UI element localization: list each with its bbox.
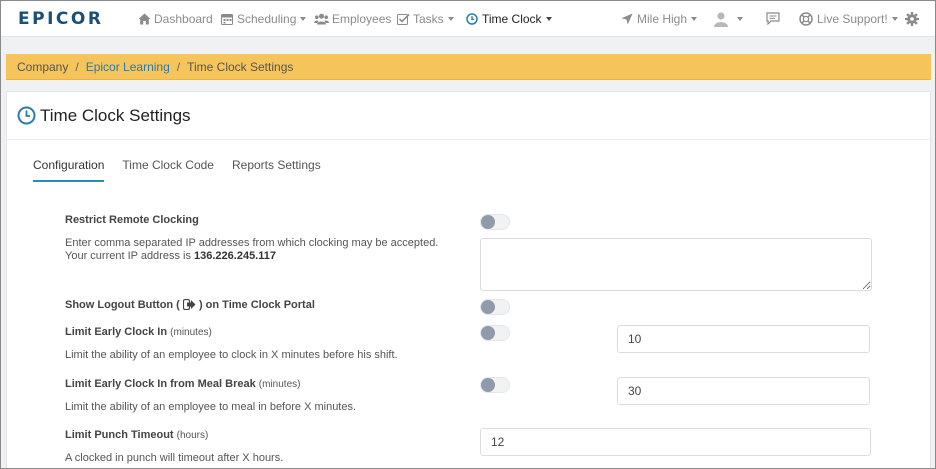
restrict-remote-description: Enter comma separated IP addresses from … xyxy=(65,237,439,262)
nav-messages[interactable] xyxy=(766,1,783,36)
early-meal-minutes-input[interactable] xyxy=(617,377,870,405)
current-ip-address: 136.226.245.117 xyxy=(194,250,276,262)
nav-live-support[interactable]: Live Support! xyxy=(798,1,898,36)
tab-reports-settings[interactable]: Reports Settings xyxy=(232,158,321,182)
nav-dashboard[interactable]: Dashboard xyxy=(137,1,213,36)
page-title: Time Clock Settings xyxy=(40,105,191,125)
early-meal-toggle[interactable] xyxy=(480,377,510,393)
punch-timeout-hours-input[interactable] xyxy=(480,428,871,456)
nav-dashboard-label: Dashboard xyxy=(154,11,213,26)
sign-out-icon xyxy=(182,298,196,313)
user-icon xyxy=(712,10,730,28)
early-meal-description: Limit the ability of an employee to meal… xyxy=(65,401,357,413)
restrict-remote-label: Restrict Remote Clocking xyxy=(65,214,199,226)
nav-live-support-label: Live Support! xyxy=(817,11,888,26)
early-clock-in-description: Limit the ability of an employee to cloc… xyxy=(65,349,398,361)
chevron-down-icon xyxy=(545,16,552,21)
settings-tabs: Configuration Time Clock Code Reports Se… xyxy=(33,158,339,182)
nav-time-clock-label: Time Clock xyxy=(482,11,542,26)
breadcrumb: Company / Epicor Learning / Time Clock S… xyxy=(6,54,931,80)
chat-icon xyxy=(766,12,780,26)
home-icon xyxy=(137,12,151,26)
nav-settings[interactable] xyxy=(905,1,922,36)
epicor-logo[interactable]: EPICOR xyxy=(18,9,103,29)
app-window: EPICOR Dashboard Scheduling Employees Ta… xyxy=(0,0,936,469)
top-navbar: EPICOR Dashboard Scheduling Employees Ta… xyxy=(1,1,935,37)
ip-addresses-textarea[interactable] xyxy=(480,238,872,291)
card-header: Time Clock Settings xyxy=(7,92,930,140)
breadcrumb-separator: / xyxy=(176,59,181,74)
tab-time-clock-code[interactable]: Time Clock Code xyxy=(122,158,214,182)
logout-button-toggle[interactable] xyxy=(480,299,510,315)
tab-configuration[interactable]: Configuration xyxy=(33,158,105,182)
breadcrumb-current: Time Clock Settings xyxy=(187,59,294,74)
breadcrumb-separator: / xyxy=(75,59,79,74)
checkbox-icon xyxy=(396,12,410,26)
lifebuoy-icon xyxy=(798,11,814,26)
location-arrow-icon xyxy=(620,12,634,26)
early-clock-in-label: Limit Early Clock In (minutes) xyxy=(65,326,212,338)
chevron-down-icon xyxy=(891,16,898,21)
breadcrumb-epicor-learning[interactable]: Epicor Learning xyxy=(86,60,170,74)
chevron-down-icon xyxy=(300,16,307,21)
chevron-down-icon xyxy=(447,16,454,21)
nav-scheduling-label: Scheduling xyxy=(237,11,297,26)
punch-timeout-label: Limit Punch Timeout (hours) xyxy=(65,429,209,441)
breadcrumb-company[interactable]: Company xyxy=(17,60,68,74)
calendar-icon xyxy=(220,12,234,26)
nav-time-clock[interactable]: Time Clock xyxy=(465,1,552,36)
punch-timeout-description: A clocked in punch will timeout after X … xyxy=(65,452,284,464)
nav-tasks-label: Tasks xyxy=(413,11,444,26)
users-icon xyxy=(313,12,329,26)
chevron-down-icon xyxy=(737,16,743,21)
gear-icon xyxy=(905,11,919,26)
early-clock-in-toggle[interactable] xyxy=(480,325,510,341)
nav-employees-label: Employees xyxy=(332,11,392,26)
nav-location[interactable]: Mile High xyxy=(620,1,698,36)
clock-icon xyxy=(465,12,479,26)
restrict-remote-toggle[interactable] xyxy=(480,214,510,230)
logout-button-label: Show Logout Button ( ) on Time Clock Por… xyxy=(65,298,315,313)
nav-employees[interactable]: Employees xyxy=(313,1,391,36)
nav-location-label: Mile High xyxy=(637,11,688,26)
early-meal-label: Limit Early Clock In from Meal Break (mi… xyxy=(65,378,301,390)
nav-tasks[interactable]: Tasks xyxy=(396,1,454,36)
settings-card: Time Clock Settings Configuration Time C… xyxy=(6,91,931,468)
nav-scheduling[interactable]: Scheduling xyxy=(220,1,307,36)
early-clock-in-minutes-input[interactable] xyxy=(617,325,870,353)
chevron-down-icon xyxy=(691,16,698,21)
clock-icon xyxy=(17,106,36,125)
nav-user-menu[interactable] xyxy=(712,1,743,36)
